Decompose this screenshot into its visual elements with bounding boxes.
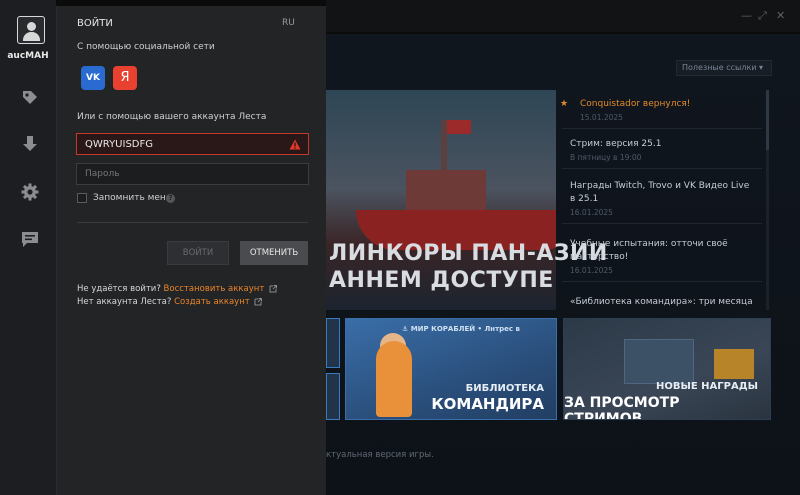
divider bbox=[77, 222, 308, 223]
banner-ship-superstructure bbox=[406, 170, 486, 215]
close-icon[interactable]: ✕ bbox=[776, 9, 785, 22]
username[interactable]: aucMAH bbox=[0, 51, 56, 61]
quick-links-dropdown[interactable]: Полезные ссылки ▾ bbox=[676, 60, 772, 76]
password-input[interactable] bbox=[76, 163, 309, 185]
warning-icon bbox=[289, 139, 301, 150]
avatar-body bbox=[23, 32, 40, 41]
create-prefix: Нет аккаунта Леста? bbox=[77, 297, 172, 307]
news-scrollbar-thumb[interactable] bbox=[766, 90, 769, 150]
vk-login-button[interactable]: VK bbox=[81, 66, 105, 90]
chat-icon[interactable] bbox=[20, 229, 40, 249]
yandex-login-button[interactable]: Я bbox=[113, 66, 137, 90]
language-selector[interactable]: RU bbox=[282, 18, 295, 28]
window-titlebar: — ⤢ ✕ bbox=[326, 0, 800, 32]
tile-stream-screen bbox=[624, 339, 694, 384]
tile-stream-line2: ЗА ПРОСМОТР СТРИМОВ bbox=[564, 395, 680, 420]
maximize-icon[interactable]: ⤢ bbox=[758, 9, 767, 23]
recover-account-line: Не удаётся войти? Восстановить аккаунт bbox=[77, 284, 277, 294]
avatar-head bbox=[27, 22, 36, 31]
banner-flag bbox=[447, 120, 471, 134]
shop-icon[interactable] bbox=[20, 88, 40, 108]
download-icon[interactable] bbox=[20, 134, 40, 154]
star-icon: ★ bbox=[560, 99, 569, 109]
news-item[interactable]: Стрим: версия 25.1 В пятницу в 19:00 bbox=[562, 138, 762, 169]
create-account-line: Нет аккаунта Леста? Создать аккаунт bbox=[77, 297, 263, 307]
help-icon[interactable]: ? bbox=[166, 194, 175, 203]
tile-library-line2: КОМАНДИРА bbox=[431, 395, 544, 413]
game-status-text: ктуальная версия игры. bbox=[326, 450, 434, 460]
tile-stream-chest bbox=[714, 349, 754, 379]
character-body bbox=[376, 341, 412, 417]
recover-account-link[interactable]: Восстановить аккаунт bbox=[164, 284, 265, 294]
remember-me-label[interactable]: Запомнить меня bbox=[93, 193, 171, 203]
login-panel: ВОЙТИ RU С помощью социальной сети VK Я … bbox=[56, 6, 326, 495]
login-input[interactable] bbox=[76, 133, 309, 155]
news-item[interactable]: Учебные испытания: отточи своё мастерств… bbox=[562, 238, 762, 282]
minimize-icon[interactable]: — bbox=[741, 9, 752, 22]
login-button[interactable]: ВОЙТИ bbox=[167, 241, 229, 265]
side-tile-bottom[interactable] bbox=[326, 373, 340, 420]
sidebar: aucMAH bbox=[0, 0, 56, 495]
side-tile-top[interactable] bbox=[326, 318, 340, 368]
settings-icon[interactable] bbox=[20, 182, 40, 202]
external-link-icon bbox=[254, 297, 263, 305]
tile-commander-library[interactable]: ⚓ МИР КОРАБЛЕЙ • Лнтрес в БИБЛИОТЕКА КОМ… bbox=[345, 318, 557, 420]
avatar[interactable] bbox=[17, 16, 45, 44]
news-item[interactable]: «Библиотека командира»: три месяца bbox=[562, 296, 762, 315]
tile-library-line1: БИБЛИОТЕКА bbox=[465, 383, 544, 394]
create-account-link[interactable]: Создать аккаунт bbox=[174, 297, 250, 307]
social-login-label: С помощью социальной сети bbox=[77, 42, 215, 52]
cancel-button[interactable]: ОТМЕНИТЬ bbox=[240, 241, 308, 265]
tile-stream-rewards[interactable]: НОВЫЕ НАГРАДЫ ЗА ПРОСМОТР СТРИМОВ bbox=[563, 318, 771, 420]
remember-me-checkbox[interactable] bbox=[77, 193, 87, 203]
tile-brand: ⚓ МИР КОРАБЛЕЙ • Лнтрес в bbox=[402, 325, 520, 333]
news-item[interactable]: Награды Twitch, Trovo и VK Видео Live в … bbox=[562, 180, 762, 224]
recover-prefix: Не удаётся войти? bbox=[77, 284, 161, 294]
tile-stream-line1: НОВЫЕ НАГРАДЫ bbox=[656, 381, 758, 392]
login-title: ВОЙТИ bbox=[77, 18, 113, 29]
news-item[interactable]: ★ Conquistador вернулся! 15.01.2025 bbox=[560, 98, 762, 129]
account-login-label: Или с помощью вашего аккаунта Леста bbox=[77, 112, 267, 122]
banner-title-line2: АННЕМ ДОСТУПЕ bbox=[329, 268, 554, 293]
external-link-icon bbox=[269, 284, 277, 292]
